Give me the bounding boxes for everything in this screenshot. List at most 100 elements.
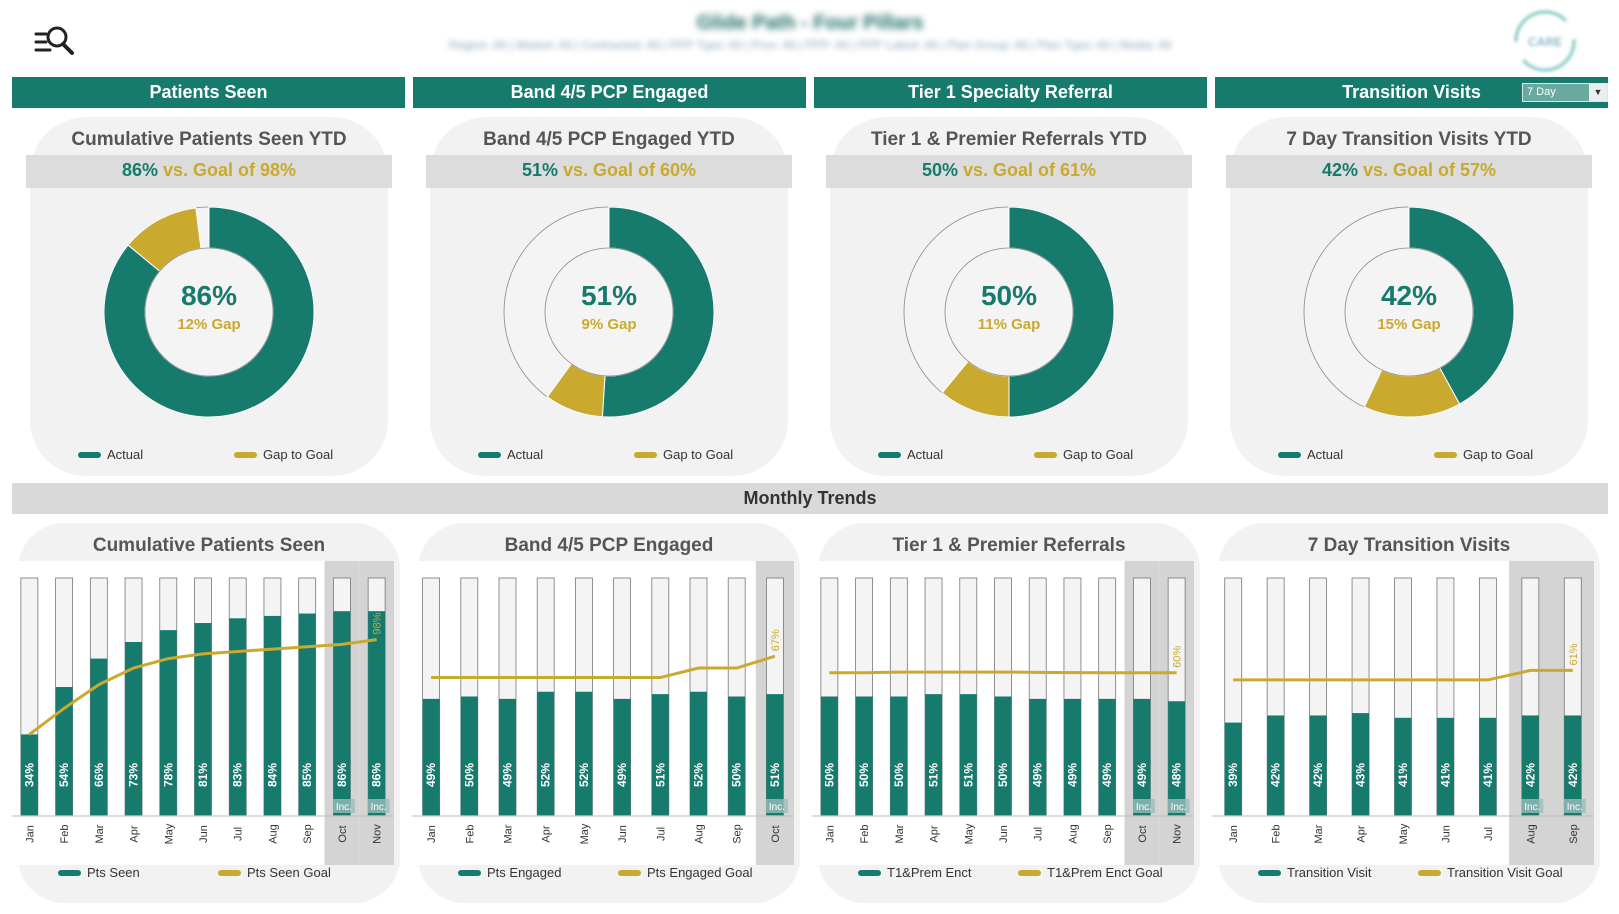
x-tick-label: Jul bbox=[233, 827, 245, 841]
legend-actual: Pts Engaged bbox=[487, 865, 561, 880]
donut-chart bbox=[103, 206, 315, 418]
section-specialty-referral: Tier 1 Specialty Referral bbox=[814, 77, 1207, 108]
legend-gap-to-goal: Gap to Goal bbox=[1034, 447, 1133, 462]
bar-value-label: 54% bbox=[57, 763, 71, 787]
search-filter-icon[interactable] bbox=[34, 24, 76, 58]
donut-center-value: 42% bbox=[1380, 280, 1438, 311]
bar-actual[interactable] bbox=[728, 696, 746, 816]
bar-actual[interactable] bbox=[1168, 701, 1186, 815]
legend-gap-to-goal: Gap to Goal bbox=[1434, 447, 1533, 462]
legend-actual: Transition Visit bbox=[1287, 865, 1372, 880]
legend-label: Gap to Goal bbox=[263, 447, 334, 462]
bar-value-label: 42% bbox=[1523, 763, 1537, 787]
x-tick-label: May bbox=[963, 823, 975, 844]
bar-actual[interactable] bbox=[766, 694, 784, 815]
x-tick-label: May bbox=[579, 823, 591, 844]
legend-actual: Actual bbox=[878, 447, 943, 462]
bar-value-label: 49% bbox=[424, 763, 438, 787]
bar-actual[interactable] bbox=[890, 696, 908, 816]
goal-end-label: 60% bbox=[1172, 646, 1184, 668]
legend-swatch bbox=[858, 870, 881, 876]
donut-title: Tier 1 & Premier Referrals YTD bbox=[871, 129, 1147, 150]
bar-actual[interactable] bbox=[820, 696, 838, 816]
bar-actual[interactable] bbox=[55, 687, 73, 815]
legend-swatch bbox=[478, 451, 501, 458]
bar-actual[interactable] bbox=[1098, 698, 1116, 815]
x-tick-label: Sep bbox=[1568, 824, 1580, 844]
bar-actual[interactable] bbox=[1063, 698, 1081, 815]
transition-days-dropdown[interactable]: 7 Day ▼ bbox=[1522, 83, 1608, 102]
legend-swatch bbox=[634, 451, 657, 458]
actual-value: 50% bbox=[921, 160, 958, 180]
legend-swatch bbox=[1418, 870, 1441, 876]
bar-value-label: 50% bbox=[462, 763, 476, 787]
bar-value-label: 52% bbox=[692, 763, 706, 787]
bar-value-label: 51% bbox=[768, 763, 782, 787]
donut-gap-label: 12% Gap bbox=[177, 316, 241, 333]
legend-gap-to-goal: Gap to Goal bbox=[634, 447, 733, 462]
x-tick-label: Feb bbox=[859, 825, 871, 844]
donut-summary: 51% vs. Goal of 60% bbox=[426, 155, 792, 188]
x-tick-label: Mar bbox=[1313, 824, 1325, 843]
bar-actual[interactable] bbox=[499, 698, 516, 815]
legend-goal: T1&Prem Enct Goal bbox=[1047, 865, 1163, 880]
bar-value-label: 50% bbox=[892, 763, 906, 787]
monthly-trends-header: Monthly Trends bbox=[12, 483, 1608, 514]
legend-label: Actual bbox=[507, 447, 544, 462]
bar-actual[interactable] bbox=[959, 694, 977, 815]
trend-bar-chart: 34% Jan 54% Feb 66% Mar 73% Apr 78% May 81% Jun 83% J… bbox=[12, 561, 394, 880]
actual-value: 42% bbox=[1321, 160, 1358, 180]
legend-swatch bbox=[1034, 451, 1057, 458]
bar-actual[interactable] bbox=[925, 694, 943, 815]
trend-card-patients-seen: Cumulative Patients Seen 34% Jan 54% Feb 66% M… bbox=[12, 523, 400, 903]
bar-actual[interactable] bbox=[855, 696, 873, 816]
x-tick-label: Apr bbox=[929, 825, 941, 842]
donut-chart bbox=[903, 206, 1115, 418]
goal-line[interactable] bbox=[829, 670, 1177, 675]
chevron-down-icon[interactable]: ▼ bbox=[1589, 84, 1607, 101]
logo-text: CARE bbox=[1528, 35, 1562, 49]
legend-swatch bbox=[458, 870, 481, 876]
legend-swatch bbox=[878, 451, 901, 458]
bar-value-label: 78% bbox=[161, 763, 175, 787]
bar-value-label: 50% bbox=[822, 763, 836, 787]
bar-actual[interactable] bbox=[460, 696, 478, 816]
x-tick-label: Aug bbox=[694, 824, 706, 844]
bar-actual[interactable] bbox=[651, 694, 669, 815]
legend-swatch bbox=[1258, 870, 1281, 876]
bar-actual[interactable] bbox=[422, 698, 440, 815]
legend-gap-to-goal: Gap to Goal bbox=[234, 447, 333, 462]
bar-actual[interactable] bbox=[575, 691, 593, 815]
bar-value-label: 85% bbox=[300, 763, 314, 787]
trend-bar-chart: 50% Jan 50% Feb 50% Mar 51% Apr 51% May 50% Jun 49% J… bbox=[812, 561, 1194, 880]
x-tick-label: Aug bbox=[267, 824, 279, 844]
legend-actual: Actual bbox=[78, 447, 143, 462]
x-tick-label: Jun bbox=[1440, 825, 1452, 843]
bar-actual[interactable] bbox=[613, 698, 631, 815]
x-tick-label: Feb bbox=[59, 825, 71, 844]
x-tick-label: Apr bbox=[129, 825, 141, 842]
x-tick-label: Jan bbox=[824, 825, 836, 843]
bar-value-label: 49% bbox=[1100, 763, 1114, 787]
legend-label: Actual bbox=[107, 447, 144, 462]
bar-actual[interactable] bbox=[1029, 698, 1047, 815]
x-tick-label: May bbox=[163, 823, 175, 844]
incomplete-label: Inc. bbox=[1567, 802, 1583, 813]
bar-value-label: 49% bbox=[1135, 763, 1149, 787]
x-tick-label: Sep bbox=[1102, 824, 1114, 844]
donut-gap-label: 9% Gap bbox=[581, 316, 637, 333]
legend-swatch bbox=[1434, 451, 1457, 458]
x-tick-label: Oct bbox=[1137, 825, 1149, 842]
incomplete-label: Inc. bbox=[1136, 802, 1152, 813]
x-tick-label: Mar bbox=[503, 824, 515, 843]
donut-card-transition-visits: 7 Day Transition Visits YTD 42% vs. Goal … bbox=[1226, 117, 1592, 476]
legend-actual: Actual bbox=[478, 447, 543, 462]
bar-actual[interactable] bbox=[690, 691, 707, 815]
bar-actual[interactable] bbox=[1133, 698, 1151, 815]
dropdown-value: 7 Day bbox=[1527, 86, 1556, 98]
legend-swatch bbox=[234, 451, 257, 458]
bar-actual[interactable] bbox=[994, 696, 1012, 816]
bar-actual[interactable] bbox=[537, 691, 555, 815]
goal-value: vs. Goal of 98% bbox=[162, 160, 297, 180]
donut-center-value: 50% bbox=[980, 280, 1038, 311]
